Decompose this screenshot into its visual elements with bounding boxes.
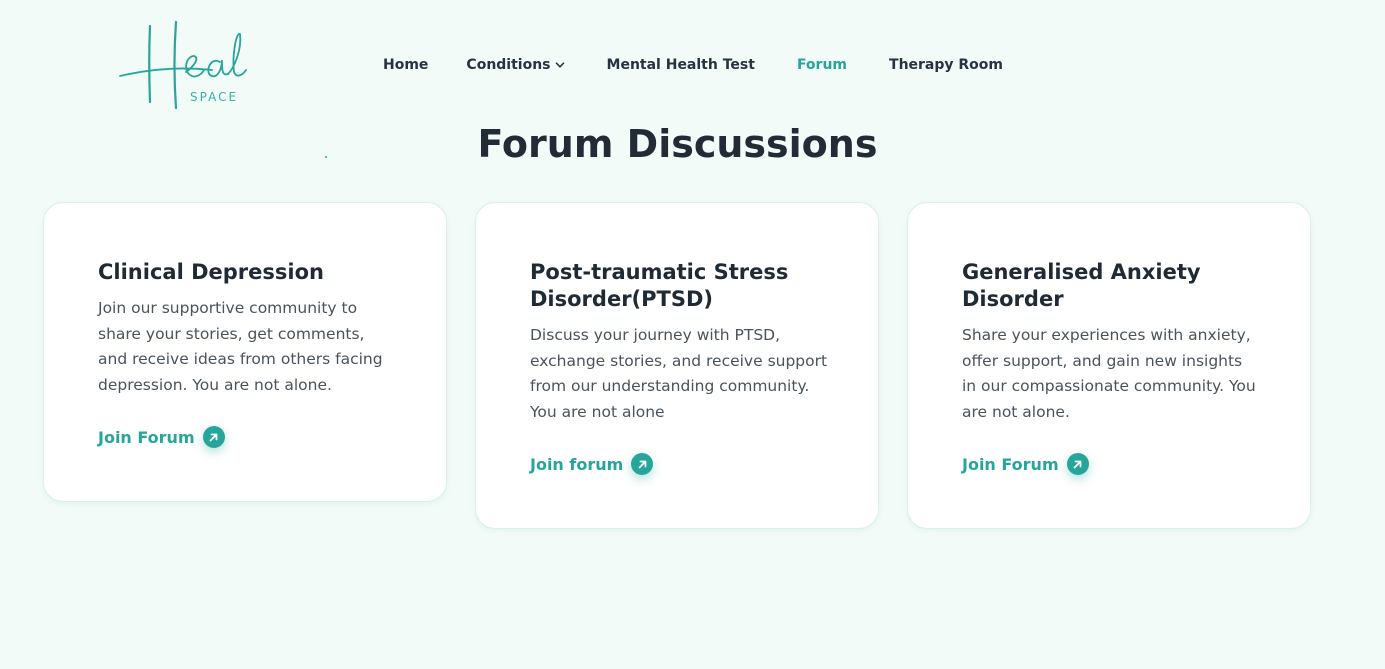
page-title: Forum Discussions <box>477 122 878 166</box>
card-title: Post-traumatic Stress Disorder(PTSD) <box>530 260 789 311</box>
logo-subtitle: SPACE <box>190 90 239 104</box>
card-title: Generalised Anxiety Disorder <box>962 260 1201 311</box>
forum-card-ptsd: Post-traumatic Stress Disorder(PTSD) Dis… <box>475 202 879 529</box>
chevron-down-icon <box>555 62 564 68</box>
nav-item-conditions-label: Conditions <box>466 57 551 73</box>
nav-item-conditions[interactable]: Conditions <box>466 55 564 75</box>
arrow-up-right-icon <box>631 453 654 475</box>
join-forum-label: Join forum <box>530 454 624 474</box>
join-forum-link[interactable]: Join forum <box>530 453 830 475</box>
join-forum-label: Join Forum <box>98 427 195 447</box>
join-forum-link[interactable]: Join Forum <box>98 426 398 448</box>
card-description: Join our supportive community to share y… <box>98 299 383 394</box>
card-description: Discuss your journey with PTSD, exchange… <box>530 326 828 421</box>
main-nav: Home Conditions Mental Health Test Forum… <box>383 55 1003 75</box>
nav-item-mental-health-test[interactable]: Mental Health Test <box>607 55 755 75</box>
forum-card-anxiety: Generalised Anxiety Disorder Share your … <box>907 202 1311 529</box>
card-title: Clinical Depression <box>98 260 324 284</box>
logo[interactable]: SPACE <box>116 20 256 112</box>
forum-card-depression: Clinical Depression Join our supportive … <box>43 202 447 502</box>
nav-item-forum[interactable]: Forum <box>797 55 847 75</box>
arrow-up-right-icon <box>1066 453 1089 475</box>
nav-item-therapy-room[interactable]: Therapy Room <box>889 55 1003 75</box>
join-forum-label: Join Forum <box>962 454 1059 474</box>
arrow-up-right-icon <box>202 426 225 448</box>
join-forum-link[interactable]: Join Forum <box>962 453 1262 475</box>
card-description: Share your experiences with anxiety, off… <box>962 326 1256 421</box>
nav-item-home[interactable]: Home <box>383 55 428 75</box>
